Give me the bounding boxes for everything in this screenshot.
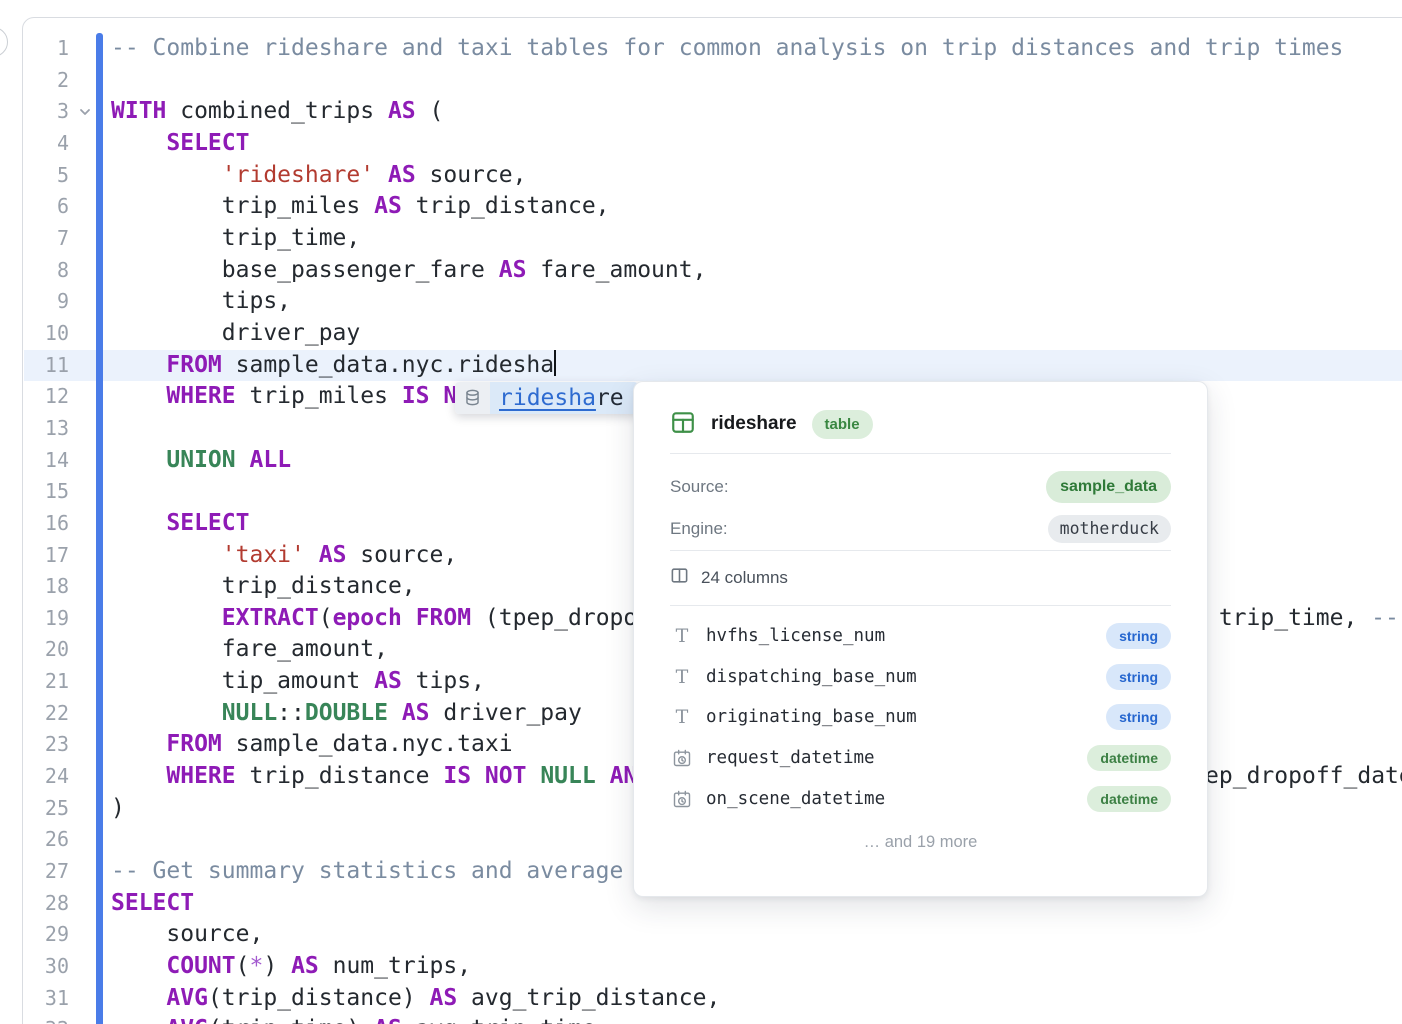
datetime-type-icon [670,789,694,809]
code-line[interactable]: WITH combined_trips AS ( [111,96,1402,128]
line-number-gutter: 1234567891011121314151617181920212223242… [23,33,69,1024]
code-line[interactable]: SELECT [111,128,1402,160]
table-info-popover: rideshare table Source: sample_data Engine… [633,381,1208,897]
line-number[interactable]: 2 [23,65,69,97]
column-type-badge: string [1106,623,1171,649]
cell-accent-bar [96,33,103,1024]
line-number[interactable]: 25 [23,793,69,825]
autocomplete-item-rideshare[interactable]: rideshare [490,382,638,414]
info-row: Source: sample_data [670,466,1171,508]
line-number[interactable]: 15 [23,476,69,508]
columns-icon [670,566,689,590]
code-line[interactable]: source, [111,919,1402,951]
code-line[interactable]: tips, [111,286,1402,318]
popover-table-name: rideshare [711,413,797,435]
column-row: Tdispatching_base_num string [670,657,1171,698]
line-number[interactable]: 3 [23,96,69,128]
line-number[interactable]: 12 [23,381,69,413]
table-icon [670,409,696,440]
text-cursor [554,350,556,376]
code-line[interactable]: driver_pay [111,318,1402,350]
sql-editor-screen: 1234567891011121314151617181920212223242… [0,0,1402,1024]
line-number[interactable]: 28 [23,888,69,920]
info-label: Engine: [670,519,728,539]
line-number[interactable]: 8 [23,255,69,287]
autocomplete-match-text: ridesha [499,385,596,411]
line-number[interactable]: 4 [23,128,69,160]
columns-count-label: 24 columns [701,568,788,588]
fold-chevron-icon[interactable] [77,104,93,120]
column-name: dispatching_base_num [706,667,917,687]
line-number[interactable]: 16 [23,508,69,540]
autocomplete-rest-text: re [596,385,624,411]
line-number[interactable]: 1 [23,33,69,65]
code-line[interactable]: AVG(trip_distance) AS avg_trip_distance, [111,983,1402,1015]
line-number[interactable]: 20 [23,634,69,666]
code-line[interactable]: COUNT(*) AS num_trips, [111,951,1402,983]
column-type-badge: string [1106,664,1171,690]
line-number[interactable]: 27 [23,856,69,888]
divider [670,453,1171,454]
table-type-badge: table [812,410,873,439]
code-line[interactable]: -- Combine rideshare and taxi tables for… [111,33,1402,65]
column-row: Toriginating_base_num string [670,697,1171,738]
code-line[interactable]: FROM sample_data.nyc.ridesha [111,350,1402,382]
info-label: Source: [670,477,729,497]
line-number[interactable]: 18 [23,571,69,603]
column-type-badge: datetime [1087,745,1171,771]
line-number[interactable]: 30 [23,951,69,983]
string-type-icon: T [670,706,694,728]
line-number[interactable]: 10 [23,318,69,350]
code-line[interactable]: trip_time, [111,223,1402,255]
line-number[interactable]: 13 [23,413,69,445]
line-number[interactable]: 31 [23,983,69,1015]
database-icon [455,382,490,414]
line-number[interactable]: 29 [23,919,69,951]
info-value-badge: sample_data [1046,471,1171,503]
column-name: hvfhs_license_num [706,626,885,646]
column-name: originating_base_num [706,707,917,727]
string-type-icon: T [670,625,694,647]
column-type-badge: string [1106,704,1171,730]
line-number[interactable]: 26 [23,824,69,856]
datetime-type-icon [670,748,694,768]
code-line[interactable]: base_passenger_fare AS fare_amount, [111,255,1402,287]
string-type-icon: T [670,666,694,688]
line-number[interactable]: 11 [23,350,69,382]
line-number[interactable]: 6 [23,191,69,223]
line-number[interactable]: 5 [23,160,69,192]
line-number[interactable]: 22 [23,698,69,730]
collapsed-side-handle[interactable] [0,27,8,57]
autocomplete-dropdown: rideshare [455,382,638,414]
line-number[interactable]: 9 [23,286,69,318]
column-row: request_datetime datetime [670,738,1171,779]
line-number[interactable]: 23 [23,729,69,761]
code-line[interactable]: 'rideshare' AS source, [111,160,1402,192]
line-number[interactable]: 17 [23,540,69,572]
more-columns-label: … and 19 more [670,833,1171,852]
line-number[interactable]: 14 [23,445,69,477]
line-number[interactable]: 21 [23,666,69,698]
line-number[interactable]: 32 [23,1014,69,1024]
code-line[interactable]: AVG(trip_time) AS avg_trip_time, [111,1014,1402,1024]
column-list: Thvfhs_license_numstringTdispatching_bas… [670,606,1171,819]
column-row: Thvfhs_license_num string [670,616,1171,657]
line-number[interactable]: 7 [23,223,69,255]
popover-header: rideshare table [670,407,1171,441]
column-name: request_datetime [706,748,875,768]
info-value-badge: motherduck [1048,515,1171,544]
column-name: on_scene_datetime [706,789,885,809]
code-line[interactable]: trip_miles AS trip_distance, [111,191,1402,223]
columns-count-row: 24 columns [670,551,1171,605]
line-number[interactable]: 24 [23,761,69,793]
info-row: Engine: motherduck [670,508,1171,550]
code-line[interactable] [111,65,1402,97]
popover-info-section: Source: sample_data Engine: motherduck [670,466,1171,550]
line-number[interactable]: 19 [23,603,69,635]
column-type-badge: datetime [1087,786,1171,812]
column-row: on_scene_datetime datetime [670,778,1171,819]
